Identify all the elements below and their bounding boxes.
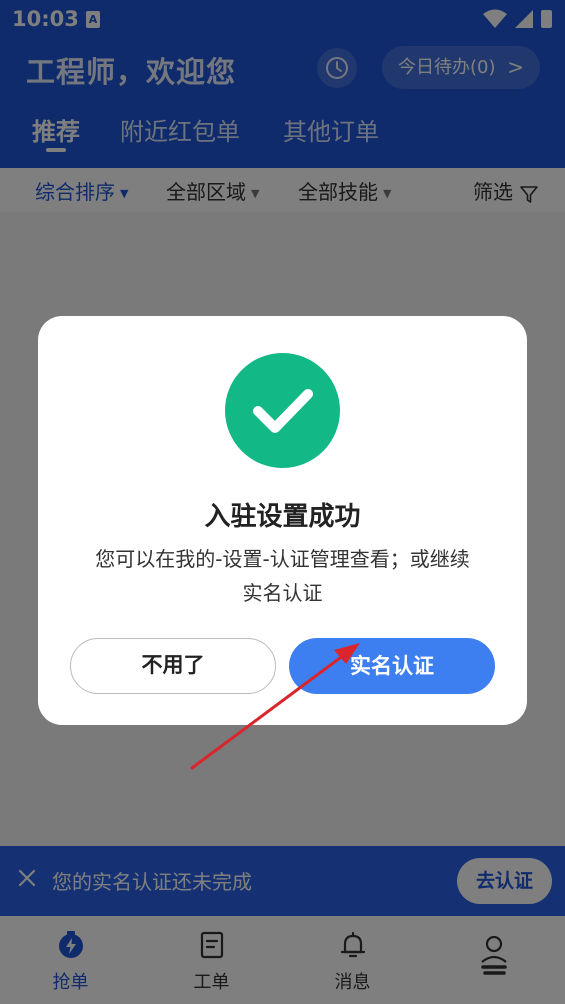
cancel-button[interactable]: 不用了 [70, 638, 276, 694]
dialog-message-line1: 您可以在我的-设置-认证管理查看；或继续 [95, 547, 470, 571]
success-badge [225, 353, 340, 468]
dialog-title: 入驻设置成功 [204, 502, 361, 532]
dialog-message: 您可以在我的-设置-认证管理查看；或继续 实名认证 [68, 542, 497, 610]
verify-name-button[interactable]: 实名认证 [289, 638, 495, 694]
dialog-message-line2: 实名认证 [242, 581, 323, 605]
success-dialog: 入驻设置成功 您可以在我的-设置-认证管理查看；或继续 实名认证 不用了 实名认… [38, 316, 527, 725]
checkmark-icon [253, 389, 313, 433]
